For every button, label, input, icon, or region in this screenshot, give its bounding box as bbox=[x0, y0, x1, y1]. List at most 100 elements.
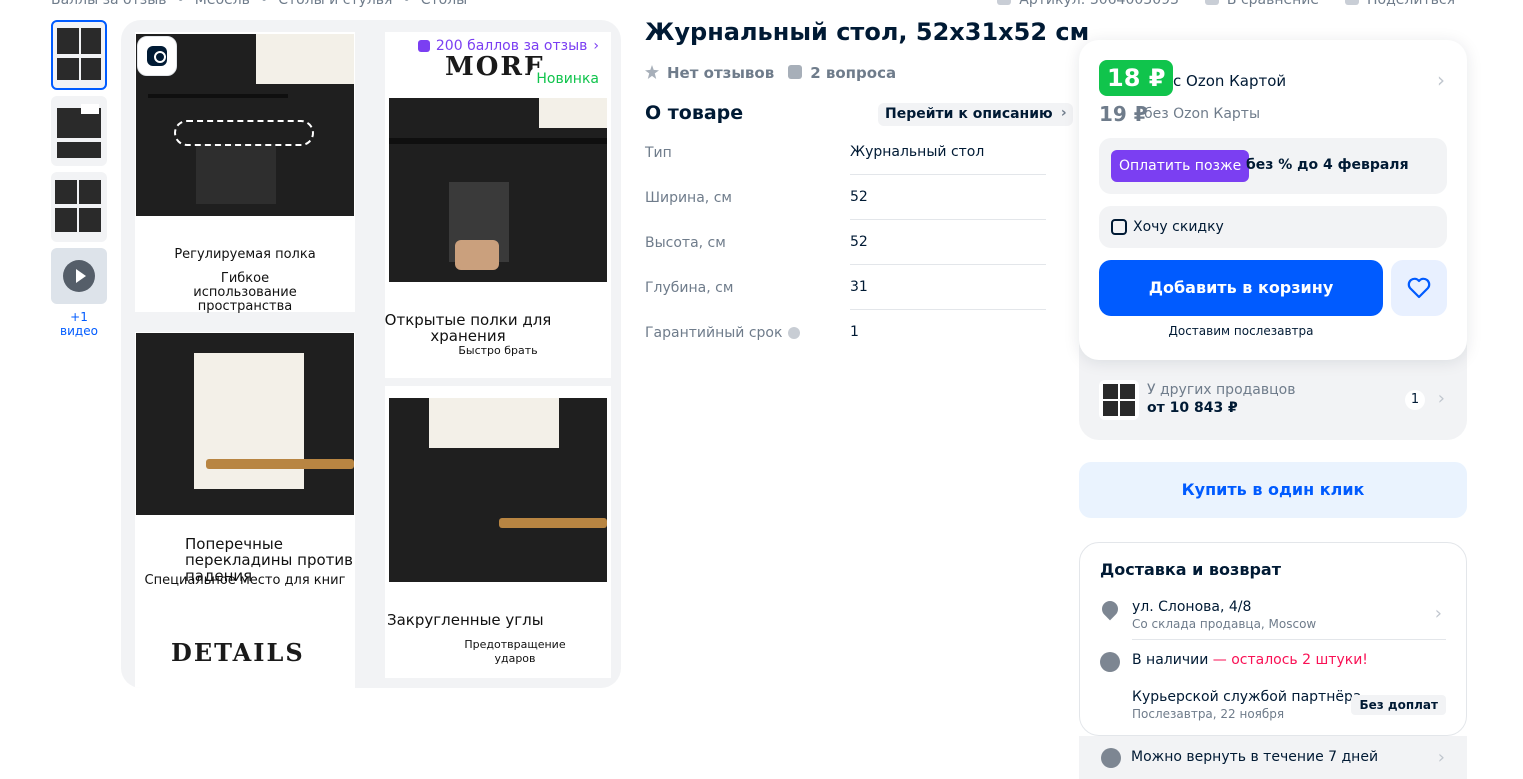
pay-later-text: без % до 4 февраля bbox=[1246, 157, 1409, 173]
want-discount-button[interactable]: Хочу скидку bbox=[1099, 206, 1447, 248]
product-photo bbox=[389, 398, 607, 582]
caption-flexible-use: Гибкое использование пространства bbox=[193, 271, 297, 314]
compare-label: В сравнение bbox=[1226, 0, 1320, 8]
location-pin-icon bbox=[1098, 597, 1122, 621]
compare-icon bbox=[1204, 0, 1219, 5]
info-icon[interactable] bbox=[788, 326, 801, 339]
delivery-heading: Доставка и возврат bbox=[1100, 560, 1281, 579]
spec-value: 52 bbox=[850, 220, 1046, 265]
article-number[interactable]: Артикул: 3064003093 bbox=[997, 0, 1179, 8]
buy-one-click-button[interactable]: Купить в один клик bbox=[1079, 462, 1467, 518]
courier-text: Курьерской службой партнёра bbox=[1132, 689, 1362, 705]
caption-prevent-bumps: Предотвращение ударов bbox=[464, 638, 566, 665]
reviews-label: Нет отзывов bbox=[667, 64, 775, 82]
share-label: Поделиться bbox=[1367, 0, 1455, 8]
product-gallery[interactable]: Регулируемая полка Гибкое использование … bbox=[121, 20, 621, 688]
breadcrumb-separator: • bbox=[259, 0, 269, 8]
want-discount-label: Хочу скидку bbox=[1133, 219, 1224, 235]
top-actions: Артикул: 3064003093 В сравнение Поделить… bbox=[997, 0, 1455, 8]
returns-label: Можно вернуть в течение 7 дней bbox=[1131, 749, 1379, 765]
price-regular-label: без Ozon Карты bbox=[1144, 106, 1261, 122]
article-label: Артикул: 3064003093 bbox=[1019, 0, 1179, 8]
breadcrumb-separator: • bbox=[176, 0, 185, 8]
address-sub: Со склада продавца, Moscow bbox=[1132, 617, 1317, 631]
gallery-panel bbox=[385, 386, 611, 678]
other-seller-thumbnail bbox=[1099, 380, 1139, 420]
spec-row: Тип Журнальный стол bbox=[645, 130, 1046, 175]
review-points-label: 200 баллов за отзыв bbox=[435, 38, 588, 54]
thumbnail-list: +1 видео bbox=[51, 20, 107, 338]
spec-key-wrap: Гарантийный срок bbox=[645, 325, 850, 341]
stock-label: В наличии bbox=[1132, 652, 1209, 668]
spec-value: 1 bbox=[850, 324, 859, 340]
stock-row: В наличии — осталось 2 штуки! bbox=[1100, 652, 1446, 676]
address-text: ул. Слонова, 4/8 bbox=[1132, 599, 1252, 615]
chevron-right-icon: › bbox=[593, 38, 599, 54]
price-regular: 19 ₽ bbox=[1099, 102, 1148, 126]
thumbnail-3[interactable] bbox=[51, 172, 107, 242]
visual-search-icon[interactable] bbox=[137, 36, 177, 76]
thumbnail-2[interactable] bbox=[51, 96, 107, 166]
copy-icon bbox=[997, 0, 1012, 5]
delivery-address[interactable]: ул. Слонова, 4/8 Со склада продавца, Mos… bbox=[1098, 597, 1446, 640]
courier-sub: Послезавтра, 22 ноября bbox=[1132, 707, 1285, 721]
product-meta: Нет отзывов 2 вопроса bbox=[645, 64, 896, 82]
spec-value: 52 bbox=[850, 175, 1046, 220]
spec-key: Тип bbox=[645, 144, 672, 161]
review-points-badge[interactable]: 200 баллов за отзыв › bbox=[417, 38, 599, 54]
delivery-note: Доставим послезавтра bbox=[1168, 324, 1314, 338]
breadcrumb-item[interactable]: Столы и стулья bbox=[278, 0, 392, 8]
question-icon bbox=[788, 65, 803, 79]
add-to-cart-button[interactable]: Добавить в корзину bbox=[1099, 260, 1383, 316]
spec-row: Глубина, см 31 bbox=[645, 265, 1046, 310]
to-description-button[interactable]: Перейти к описанию bbox=[878, 102, 1073, 126]
breadcrumb-item[interactable]: Мебель bbox=[195, 0, 250, 8]
questions-label: 2 вопроса bbox=[810, 64, 897, 82]
share-button[interactable]: Поделиться bbox=[1345, 0, 1455, 8]
spec-value: 31 bbox=[850, 265, 1046, 310]
return-icon bbox=[1101, 748, 1121, 768]
pay-later-button[interactable]: Оплатить позже bbox=[1111, 150, 1250, 182]
questions-link[interactable]: 2 вопроса bbox=[788, 64, 896, 82]
discount-icon bbox=[1111, 219, 1127, 235]
product-title: Журнальный стол, 52х31х52 см bbox=[645, 18, 1090, 46]
product-photo bbox=[389, 98, 607, 282]
spec-value[interactable]: Журнальный стол bbox=[850, 130, 1046, 175]
caption-open-shelves: Открытые полки для хранения bbox=[384, 311, 552, 345]
chevron-right-icon[interactable]: › bbox=[1437, 68, 1445, 92]
spec-row: Высота, см 52 bbox=[645, 220, 1046, 265]
breadcrumb-item[interactable]: Столы bbox=[421, 0, 468, 8]
returns-row[interactable]: Можно вернуть в течение 7 дней › bbox=[1079, 736, 1467, 779]
spec-row: Ширина, см 52 bbox=[645, 175, 1046, 220]
other-sellers-count: 1 bbox=[1405, 390, 1425, 410]
spec-row: Гарантийный срок 1 bbox=[645, 310, 1046, 355]
video-thumbnail[interactable] bbox=[51, 248, 107, 304]
share-icon bbox=[1345, 0, 1360, 5]
price-with-card[interactable]: 18 ₽ bbox=[1099, 60, 1174, 96]
favorite-button[interactable] bbox=[1391, 260, 1447, 316]
wordmark-details: DETAILS bbox=[171, 638, 305, 667]
caption-adjustable-shelf: Регулируемая полка bbox=[174, 247, 316, 262]
spec-key: Глубина, см bbox=[645, 279, 734, 296]
reviews-link[interactable]: Нет отзывов bbox=[645, 64, 774, 82]
compare-button[interactable]: В сравнение bbox=[1204, 0, 1320, 8]
no-extra-charge-badge: Без доплат bbox=[1351, 695, 1446, 715]
about-heading: О товаре bbox=[645, 102, 744, 124]
caption-book-place: Специальное место для книг bbox=[144, 573, 346, 588]
breadcrumb-item[interactable]: Баллы за отзыв bbox=[51, 0, 167, 8]
video-count-label[interactable]: +1 видео bbox=[51, 310, 107, 338]
price-with-card-label: с Ozon Картой bbox=[1173, 72, 1287, 90]
breadcrumb: Баллы за отзыв • Мебель • Столы и стулья • … bbox=[51, 0, 467, 8]
courier-row[interactable]: Курьерской службой партнёра Послезавтра,… bbox=[1100, 689, 1446, 725]
pay-later-block: Оплатить позже без % до 4 февраля bbox=[1099, 138, 1447, 194]
spec-key: Высота, см bbox=[645, 234, 726, 251]
stock-status: В наличии — осталось 2 штуки! bbox=[1132, 652, 1368, 668]
chevron-right-icon: › bbox=[1437, 747, 1445, 768]
thumbnail-1[interactable] bbox=[51, 20, 107, 90]
delivery-block: Доставка и возврат ул. Слонова, 4/8 Со с… bbox=[1079, 542, 1467, 736]
spec-key: Ширина, см bbox=[645, 189, 732, 206]
chevron-right-icon: › bbox=[1434, 603, 1442, 624]
new-badge: Новинка bbox=[530, 68, 605, 90]
breadcrumb-separator: • bbox=[402, 0, 411, 8]
caption-quick-take: Быстро брать bbox=[458, 344, 538, 357]
